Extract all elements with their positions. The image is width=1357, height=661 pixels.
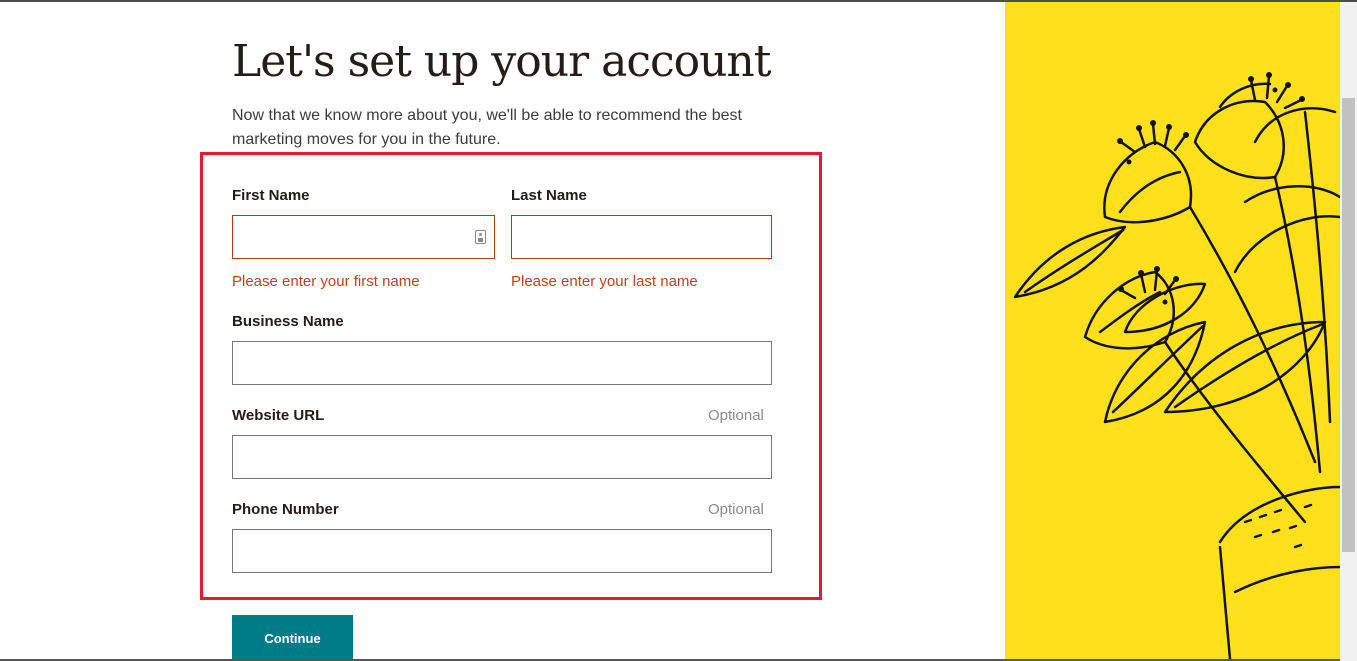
business-name-input[interactable] <box>232 341 772 385</box>
continue-button[interactable]: Continue <box>232 615 353 661</box>
last-name-input[interactable] <box>511 215 772 259</box>
flower-drawing <box>1013 72 1340 659</box>
contact-card-icon[interactable] <box>475 230 486 244</box>
phone-number-optional-hint: Optional <box>708 501 764 518</box>
vertical-scrollbar[interactable] <box>1340 2 1357 661</box>
last-name-error: Please enter your last name <box>511 273 698 290</box>
first-name-error: Please enter your first name <box>232 273 420 290</box>
last-name-label: Last Name <box>511 187 587 204</box>
first-name-label: First Name <box>232 187 310 204</box>
business-name-label: Business Name <box>232 313 344 330</box>
first-name-input[interactable] <box>232 215 495 259</box>
phone-number-input[interactable] <box>232 529 772 573</box>
website-url-optional-hint: Optional <box>708 407 764 424</box>
website-url-label: Website URL <box>232 407 325 424</box>
scrollbar-thumb[interactable] <box>1342 98 1355 552</box>
page-subtitle: Now that we know more about you, we'll b… <box>232 107 742 148</box>
page-title: Let's set up your account <box>232 36 771 87</box>
plant-illustration <box>1005 2 1340 659</box>
website-url-input[interactable] <box>232 435 772 479</box>
phone-number-label: Phone Number <box>232 501 339 518</box>
